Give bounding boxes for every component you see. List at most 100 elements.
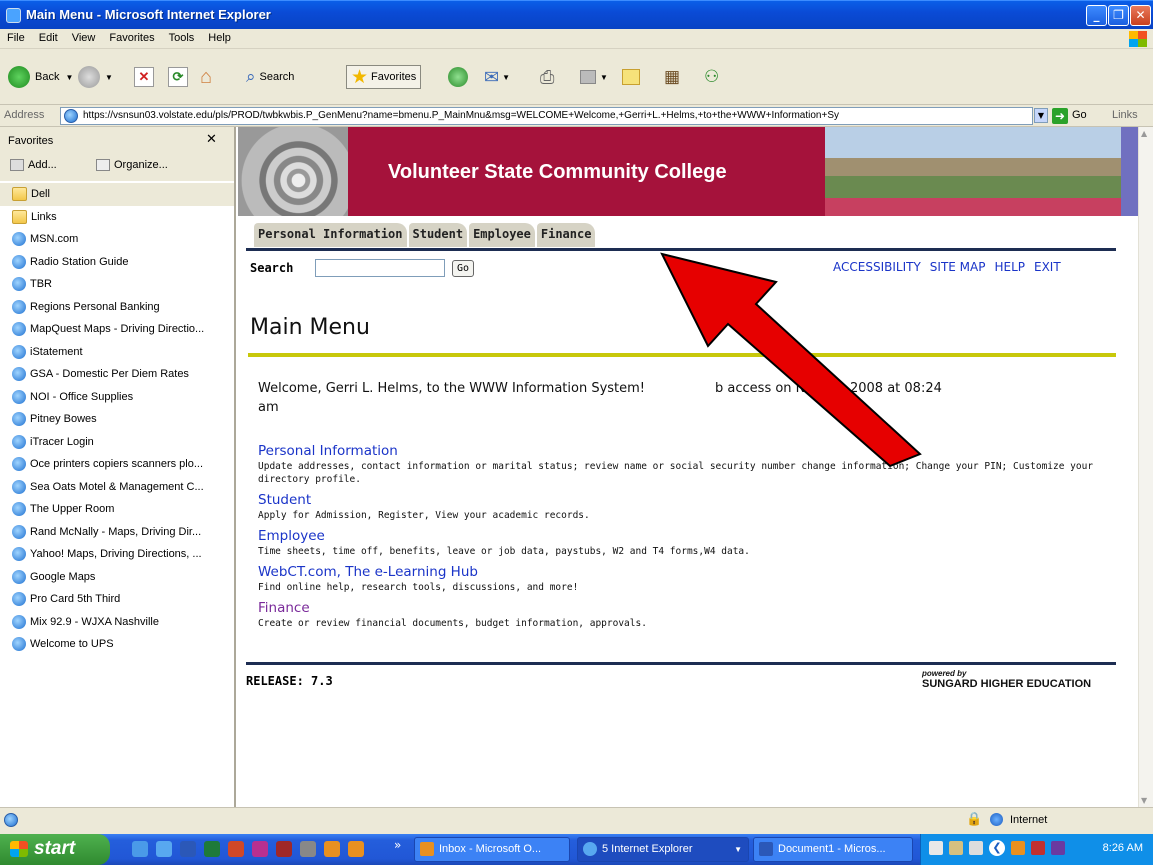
tab-finance[interactable]: Finance <box>536 223 596 247</box>
mail-icon: ✉ <box>484 66 500 87</box>
search-button[interactable]: ⌕ Search <box>246 65 294 89</box>
add-favorite-button[interactable]: Add... <box>10 159 57 172</box>
favorite-item[interactable]: NOI - Office Supplies <box>0 386 234 409</box>
task-document1[interactable]: Document1 - Micros... <box>753 837 913 862</box>
quicklaunch-outlook-icon[interactable] <box>324 841 340 857</box>
favorite-item[interactable]: Links <box>0 206 234 229</box>
print-button[interactable]: ⎙ <box>540 65 554 89</box>
discuss-button[interactable] <box>622 65 640 89</box>
menu-edit[interactable]: Edit <box>32 29 65 44</box>
quicklaunch-ie-icon[interactable] <box>132 841 148 857</box>
go-button[interactable]: Go <box>1072 109 1087 121</box>
address-dropdown[interactable]: ▼ <box>1034 108 1048 123</box>
close-favorites-icon[interactable]: ✕ <box>206 132 217 147</box>
quicklaunch-vt-icon[interactable] <box>300 841 316 857</box>
messenger-button[interactable]: ⚇ <box>704 65 719 89</box>
quicklaunch-word-icon[interactable] <box>180 841 196 857</box>
favorite-item[interactable]: Oce printers copiers scanners plo... <box>0 453 234 476</box>
edit-button[interactable]: ▼ <box>580 65 608 89</box>
ie-app-icon <box>6 8 21 23</box>
menu-bar: File Edit View Favorites Tools Help <box>0 29 1153 49</box>
quicklaunch-excel-icon[interactable] <box>204 841 220 857</box>
favorite-item[interactable]: iTracer Login <box>0 431 234 454</box>
quicklaunch-access-icon[interactable] <box>276 841 292 857</box>
tray-outlook-icon[interactable] <box>1011 841 1025 855</box>
favorite-item[interactable]: MSN.com <box>0 228 234 251</box>
menu-help[interactable]: Help <box>201 29 238 44</box>
favorite-item[interactable]: Regions Personal Banking <box>0 296 234 319</box>
clock[interactable]: 8:26 AM <box>1103 842 1143 854</box>
exit-link[interactable]: EXIT <box>1034 260 1061 274</box>
help-link[interactable]: HELP <box>994 260 1025 274</box>
favorite-label: Sea Oats Motel & Management C... <box>30 480 204 493</box>
minimize-button[interactable]: _ <box>1086 5 1107 26</box>
research-button[interactable]: ▦ <box>664 65 680 89</box>
task-inbox[interactable]: Inbox - Microsoft O... <box>414 837 570 862</box>
search-input[interactable] <box>315 259 445 277</box>
history-button[interactable] <box>448 65 468 89</box>
task-internet-explorer[interactable]: 5 Internet Explorer ▼ <box>577 837 749 862</box>
favorite-item[interactable]: Google Maps <box>0 566 234 589</box>
maximize-button[interactable]: ❐ <box>1108 5 1129 26</box>
favorite-item[interactable]: MapQuest Maps - Driving Directio... <box>0 318 234 341</box>
tab-personal-information[interactable]: Personal Information <box>254 223 407 247</box>
scroll-down-icon[interactable]: ▼ <box>1141 796 1147 805</box>
webct-link[interactable]: WebCT.com, The e-Learning Hub <box>258 564 1128 581</box>
forward-arrow-icon <box>78 66 100 88</box>
favorite-item[interactable]: iStatement <box>0 341 234 364</box>
favorite-item[interactable]: Radio Station Guide <box>0 251 234 274</box>
organize-favorites-button[interactable]: Organize... <box>96 159 168 172</box>
main-menu-list: Personal Information Update addresses, co… <box>258 443 1128 636</box>
favorite-item[interactable]: Dell <box>0 183 234 206</box>
favorite-item[interactable]: Welcome to UPS <box>0 633 234 656</box>
favorite-item[interactable]: Pro Card 5th Third <box>0 588 234 611</box>
favorite-item[interactable]: Rand McNally - Maps, Driving Dir... <box>0 521 234 544</box>
quicklaunch-outlook2-icon[interactable] <box>348 841 364 857</box>
go-arrow-icon[interactable]: ➜ <box>1052 108 1068 124</box>
mail-button[interactable]: ✉ ▼ <box>484 65 510 89</box>
tray-expand-icon[interactable]: ❮ <box>989 840 1005 856</box>
back-button[interactable]: Back ▼ <box>8 65 73 89</box>
tab-student[interactable]: Student <box>408 223 468 247</box>
home-button[interactable]: ⌂ <box>200 65 212 89</box>
title-bar[interactable]: Main Menu - Microsoft Internet Explorer … <box>0 0 1153 29</box>
forward-button[interactable]: ▼ <box>78 65 113 89</box>
quicklaunch-more-icon[interactable]: » <box>394 838 401 852</box>
menu-favorites[interactable]: Favorites <box>102 29 161 44</box>
employee-link[interactable]: Employee <box>258 528 1128 545</box>
tray-network-icon[interactable] <box>949 841 963 855</box>
refresh-button[interactable]: ⟳ <box>168 65 188 89</box>
quicklaunch-publisher-icon[interactable] <box>252 841 268 857</box>
welcome-text-end: am <box>258 400 279 415</box>
tray-antivirus-icon[interactable] <box>1031 841 1045 855</box>
close-button[interactable]: ✕ <box>1130 5 1151 26</box>
tray-pen-icon[interactable] <box>929 841 943 855</box>
quicklaunch-powerpoint-icon[interactable] <box>228 841 244 857</box>
favorite-item[interactable]: Yahoo! Maps, Driving Directions, ... <box>0 543 234 566</box>
favorite-item[interactable]: The Upper Room <box>0 498 234 521</box>
tray-app-icon[interactable] <box>1051 841 1065 855</box>
start-button[interactable]: start <box>0 834 110 865</box>
favorite-item[interactable]: TBR <box>0 273 234 296</box>
favorite-item[interactable]: Sea Oats Motel & Management C... <box>0 476 234 499</box>
menu-file[interactable]: File <box>0 29 32 44</box>
vertical-scrollbar[interactable]: ▲ ▼ <box>1138 127 1153 807</box>
finance-link[interactable]: Finance <box>258 600 1128 617</box>
favorite-item[interactable]: Pitney Bowes <box>0 408 234 431</box>
favorite-item[interactable]: Mix 92.9 - WJXA Nashville <box>0 611 234 634</box>
tray-sync-icon[interactable] <box>969 841 983 855</box>
scroll-up-icon[interactable]: ▲ <box>1141 129 1147 138</box>
menu-view[interactable]: View <box>65 29 103 44</box>
favorite-item[interactable]: GSA - Domestic Per Diem Rates <box>0 363 234 386</box>
quicklaunch-ie2-icon[interactable] <box>156 841 172 857</box>
menu-item-employee: Employee Time sheets, time off, benefits,… <box>258 528 1128 558</box>
search-go-button[interactable]: Go <box>452 260 474 277</box>
links-toolbar[interactable]: Links <box>1112 109 1138 121</box>
site-map-link[interactable]: SITE MAP <box>930 260 986 274</box>
stop-button[interactable]: ✕ <box>134 65 154 89</box>
favorites-button[interactable]: ★ Favorites <box>346 65 422 89</box>
menu-tools[interactable]: Tools <box>162 29 202 44</box>
tab-employee[interactable]: Employee <box>469 223 535 247</box>
student-link[interactable]: Student <box>258 492 1128 509</box>
address-input[interactable]: https://vsnsun03.volstate.edu/pls/PROD/t… <box>60 107 1033 125</box>
